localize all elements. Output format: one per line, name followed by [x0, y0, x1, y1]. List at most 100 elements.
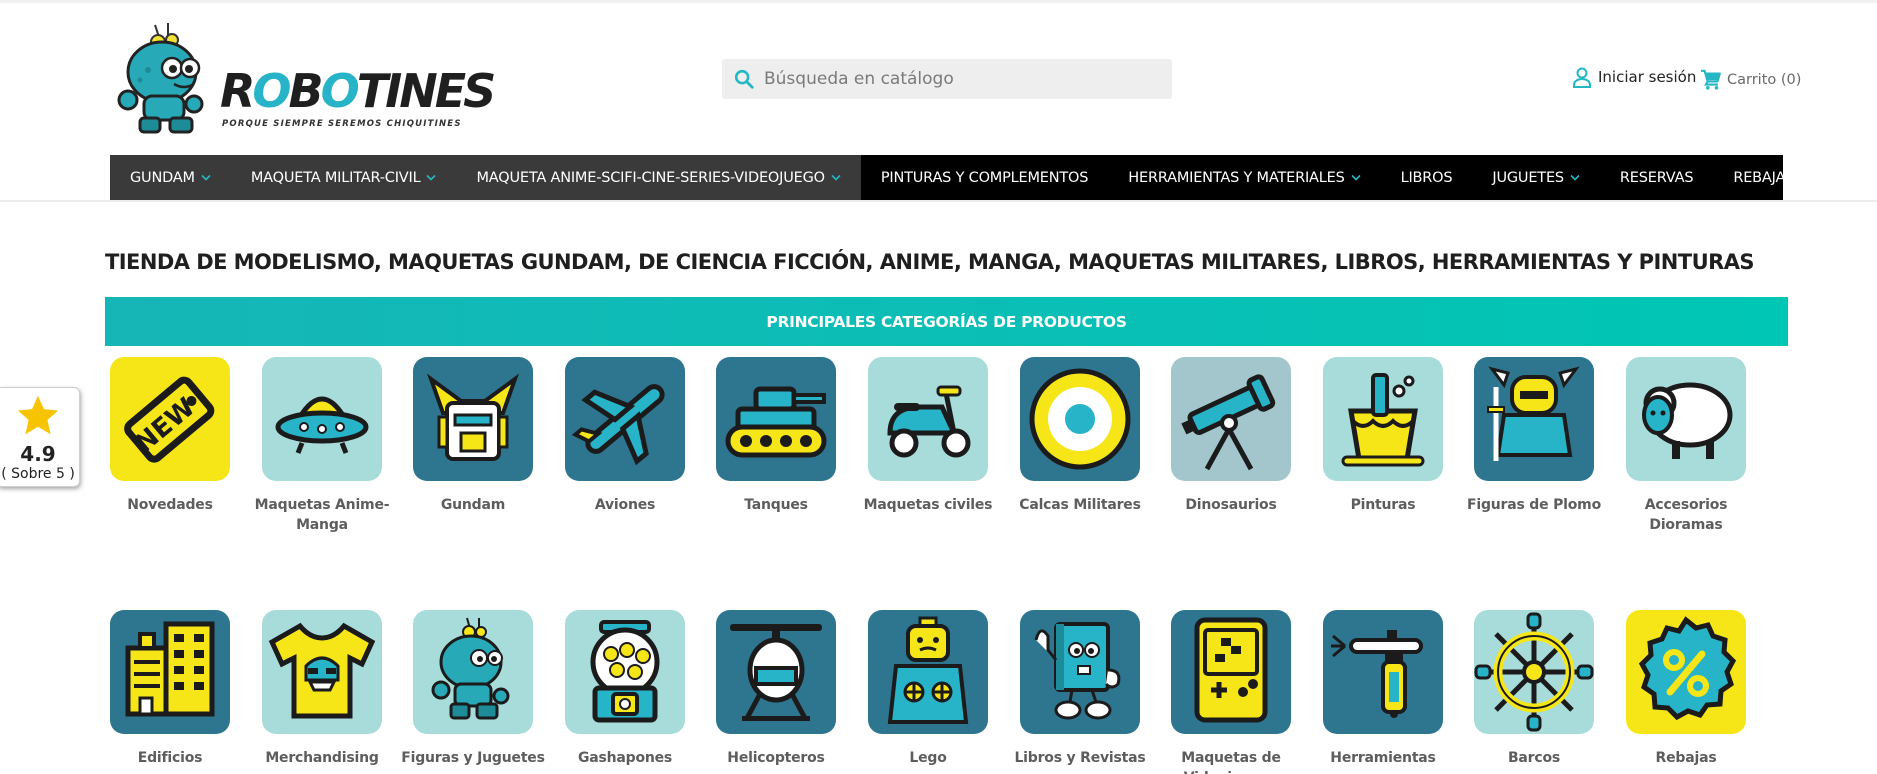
- category-image[interactable]: [1171, 610, 1291, 734]
- category-image[interactable]: [1474, 357, 1594, 481]
- nav-item-maqueta-militar-civil[interactable]: MAQUETA MILITAR-CIVIL: [231, 155, 457, 200]
- nav-item-label: HERRAMIENTAS Y MATERIALES: [1128, 169, 1345, 186]
- category-image[interactable]: [1323, 357, 1443, 481]
- category-image[interactable]: [1626, 610, 1746, 734]
- ship-wheel-icon: [1474, 612, 1594, 732]
- paint-bucket-icon: [1341, 373, 1425, 467]
- chevron-down-icon: [831, 174, 841, 181]
- nav-item-pinturas-y-complementos[interactable]: PINTURAS Y COMPLEMENTOS: [861, 155, 1108, 200]
- robot-mascot-icon: [117, 23, 204, 134]
- airplane-icon: [571, 384, 665, 466]
- ufo-icon: [275, 396, 369, 454]
- nav-item-maqueta-anime-scifi-cine-series-videojuego[interactable]: MAQUETA ANIME-SCIFI-CINE-SERIES-VIDEOJUE…: [456, 155, 860, 200]
- nav-item-label: PINTURAS Y COMPLEMENTOS: [880, 169, 1089, 186]
- gashapon-icon: [590, 620, 660, 723]
- category-image[interactable]: [1626, 357, 1746, 481]
- category-label[interactable]: Merchandising: [247, 748, 397, 768]
- category-image[interactable]: [716, 610, 836, 734]
- category-label[interactable]: Gundam: [398, 495, 548, 515]
- scooter-icon: [887, 385, 971, 458]
- category-label[interactable]: Gashapones: [550, 748, 700, 768]
- page-title: TIENDA DE MODELISMO, MAQUETAS GUNDAM, DE…: [105, 250, 1755, 274]
- category-image[interactable]: [110, 610, 230, 734]
- nav-item-label: RESERVAS: [1619, 169, 1694, 186]
- book-character-icon: [1034, 622, 1121, 720]
- header-divider: [0, 200, 1877, 202]
- category-label[interactable]: Tanques: [701, 495, 851, 515]
- category-label[interactable]: Novedades: [95, 495, 245, 515]
- signin-label: Iniciar sesión: [1598, 68, 1697, 86]
- nav-item-label: GUNDAM: [130, 169, 195, 186]
- nav-item-label: LIBROS: [1400, 169, 1453, 186]
- lego-figure-icon: [887, 616, 969, 724]
- logo-tagline: PORQUE SIEMPRE SEREMOS CHIQUITINES: [222, 119, 462, 129]
- gameboy-icon: [1194, 617, 1268, 723]
- nav-item-label: MAQUETA MILITAR-CIVIL: [250, 169, 421, 186]
- sheep-icon: [1642, 382, 1733, 459]
- category-label[interactable]: Edificios: [95, 748, 245, 768]
- chevron-down-icon: [426, 174, 437, 181]
- site-logo[interactable]: ROBOTINES PORQUE SIEMPRE SEREMOS CHIQUIT…: [110, 20, 496, 138]
- category-image[interactable]: [1020, 357, 1140, 481]
- nav-item-juguetes[interactable]: JUGUETES: [1472, 155, 1600, 200]
- nav-item-label: MAQUETA ANIME-SCIFI-CINE-SERIES-VIDEOJUE…: [476, 169, 825, 186]
- logo-wordmark: ROBOTINES: [220, 64, 496, 118]
- category-label[interactable]: Maquetas Anime-Manga: [247, 495, 397, 535]
- airbrush-icon: [1331, 630, 1423, 718]
- category-label[interactable]: Herramientas: [1308, 748, 1458, 768]
- category-label[interactable]: Figuras de Plomo: [1459, 495, 1609, 515]
- category-image[interactable]: [716, 357, 836, 481]
- nav-item-rebajas[interactable]: REBAJAS: [1713, 155, 1814, 200]
- category-image[interactable]: [413, 357, 533, 481]
- category-label[interactable]: Libros y Revistas: [1005, 748, 1155, 768]
- category-label[interactable]: Dinosaurios: [1156, 495, 1306, 515]
- categories-heading: PRINCIPALES CATEGORÍAS DE PRODUCTOS: [766, 312, 1127, 331]
- tank-icon: [725, 386, 827, 458]
- category-label[interactable]: Barcos: [1459, 748, 1609, 768]
- discount-badge-icon: [1638, 616, 1737, 721]
- category-image[interactable]: [868, 610, 988, 734]
- search-bar[interactable]: [722, 59, 1172, 99]
- nav-item-herramientas-y-materiales[interactable]: HERRAMIENTAS Y MATERIALES: [1108, 155, 1380, 200]
- category-image[interactable]: [868, 357, 988, 481]
- category-label[interactable]: Maquetas civiles: [853, 495, 1003, 515]
- category-label[interactable]: Helicopteros: [701, 748, 851, 768]
- category-image[interactable]: [565, 357, 685, 481]
- category-label[interactable]: Maquetas de Videojuegos: [1156, 748, 1306, 774]
- chevron-down-icon: [201, 174, 211, 181]
- shopping-cart-icon: [1700, 69, 1721, 90]
- rating-widget[interactable]: 4.9 ( Sobre 5 ): [0, 387, 80, 487]
- category-image[interactable]: [413, 610, 533, 734]
- category-image[interactable]: [565, 610, 685, 734]
- search-icon[interactable]: [733, 68, 755, 90]
- category-image[interactable]: [1474, 610, 1594, 734]
- category-image[interactable]: [1171, 357, 1291, 481]
- category-label[interactable]: Calcas Militares: [1005, 495, 1155, 515]
- nav-item-reservas[interactable]: RESERVAS: [1600, 155, 1713, 200]
- category-image[interactable]: [1020, 610, 1140, 734]
- category-label[interactable]: Pinturas: [1308, 495, 1458, 515]
- category-label[interactable]: Lego: [853, 748, 1003, 768]
- star-icon: [17, 395, 59, 435]
- telescope-icon: [1181, 374, 1276, 471]
- signin-link[interactable]: Iniciar sesión: [1572, 66, 1696, 88]
- category-image[interactable]: [262, 357, 382, 481]
- category-label[interactable]: Rebajas: [1611, 748, 1761, 768]
- app-root: ROBOTINES PORQUE SIEMPRE SEREMOS CHIQUIT…: [0, 0, 1877, 774]
- cart-link[interactable]: Carrito (0): [1700, 69, 1801, 91]
- category-label[interactable]: Aviones: [550, 495, 700, 515]
- chevron-down-icon: [1570, 174, 1580, 181]
- category-image[interactable]: [262, 610, 382, 734]
- category-label[interactable]: Figuras y Juguetes: [398, 748, 548, 768]
- search-input[interactable]: [764, 69, 1154, 89]
- nav-item-gundam[interactable]: GUNDAM: [110, 155, 231, 200]
- nav-group-highlighted: GUNDAM MAQUETA MILITAR-CIVIL MAQUETA ANIME…: [110, 155, 861, 200]
- nav-item-label: REBAJAS: [1733, 169, 1795, 186]
- category-image[interactable]: NEW: [110, 357, 230, 481]
- gundam-head-icon: [426, 373, 520, 461]
- user-icon: [1573, 67, 1591, 88]
- category-label[interactable]: Accesorios Dioramas: [1611, 495, 1761, 535]
- category-image[interactable]: [1323, 610, 1443, 734]
- nav-item-libros[interactable]: LIBROS: [1381, 155, 1473, 200]
- roundel-icon: [1029, 368, 1131, 470]
